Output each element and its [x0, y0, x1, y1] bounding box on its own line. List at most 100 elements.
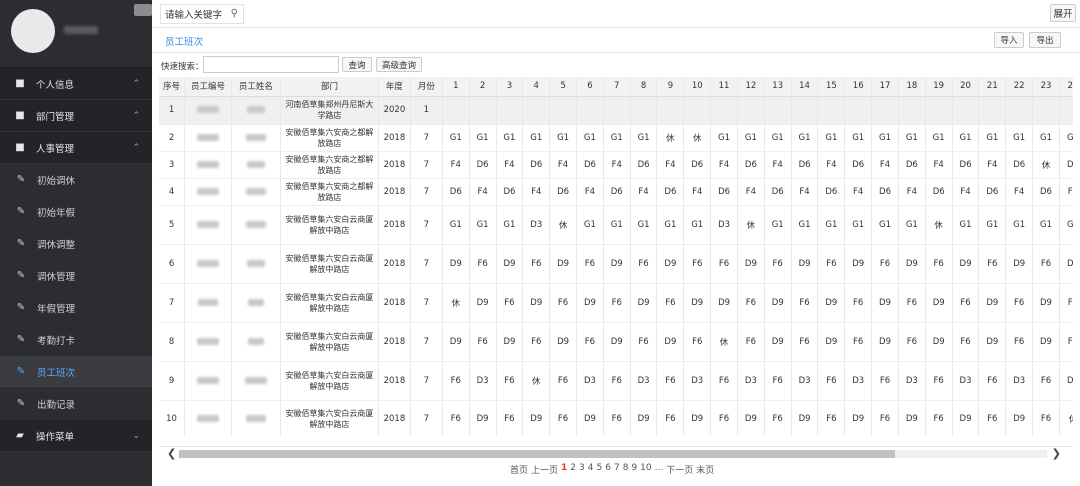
prev-page-link[interactable]: 上一页 — [531, 463, 558, 476]
table-row[interactable]: 7 安徽佰草集六安白云商厦解放中路店 2018 7 休 D9 F6 D9 F6 D9 F6 D9 F6 D… — [159, 283, 1073, 323]
tab-employee-shift[interactable]: 员工班次 — [165, 34, 203, 48]
column-header[interactable]: 1 — [442, 77, 470, 97]
sidebar-toggle-button[interactable] — [134, 4, 152, 16]
shift-cell: F6 — [630, 244, 658, 284]
advanced-query-button[interactable]: 高级查询 — [376, 57, 422, 72]
search-icon[interactable]: ⚲ — [231, 8, 238, 19]
table-row[interactable]: 3 安徽佰草集六安商之都解放路店 2018 7 F4 D6 F4 D6 F4 D6 F4 D6 F4 D6… — [159, 151, 1073, 179]
column-header[interactable]: 15 — [817, 77, 846, 97]
shift-cell: G1 — [1032, 124, 1060, 152]
sidebar-item-11[interactable]: ✎ 出勤记录 — [0, 388, 152, 420]
column-header[interactable]: 14 — [791, 77, 819, 97]
page-ellipsis[interactable]: ... — [655, 463, 664, 476]
page-link-10[interactable]: 10 — [640, 463, 651, 476]
column-header[interactable]: 24 — [1059, 77, 1073, 97]
column-header[interactable]: 10 — [683, 77, 712, 97]
shift-cell — [1032, 96, 1060, 125]
page-link-6[interactable]: 6 — [605, 463, 611, 476]
avatar[interactable] — [11, 9, 55, 53]
scroll-thumb[interactable] — [179, 450, 895, 458]
table-row[interactable]: 2 安徽佰草集六安商之都解放路店 2018 7 G1 G1 G1 G1 G1 G1 G1 G1 休休 G1… — [159, 124, 1073, 152]
column-header[interactable]: 4 — [522, 77, 551, 97]
sidebar-item-3[interactable]: ■ 人事管理 ⌃ — [0, 132, 152, 164]
scroll-right-icon[interactable]: ❯ — [1052, 447, 1061, 460]
sidebar-item-4[interactable]: ✎ 初始调休 — [0, 164, 152, 196]
redacted-employee-name — [245, 187, 266, 195]
column-header[interactable]: 月份 — [410, 77, 443, 97]
search-input[interactable]: 请输入关键字 — [165, 7, 222, 21]
table-row[interactable]: 9 安徽佰草集六安白云商厦解放中路店 2018 7 F6 D3 F6 休 F6 D3 F6 D3 F6 D… — [159, 361, 1073, 401]
scroll-left-icon[interactable]: ❮ — [167, 447, 176, 460]
shift-cell: F6 — [656, 283, 685, 323]
table-row[interactable]: 8 安徽佰草集六安白云商厦解放中路店 2018 7 D9 F6 D9 F6 D9 F6 D9 F6 D9… — [159, 322, 1073, 362]
column-header[interactable]: 序号 — [159, 77, 186, 97]
page-link-2[interactable]: 2 — [570, 463, 576, 476]
shift-cell: D3 — [630, 361, 658, 401]
column-header[interactable]: 部门 — [280, 77, 379, 97]
column-header[interactable]: 20 — [952, 77, 980, 97]
chevron-up-icon[interactable]: ⌃ — [132, 143, 140, 153]
sidebar-item-1[interactable]: ■ 个人信息 ⌃ — [0, 68, 152, 100]
column-header[interactable]: 11 — [710, 77, 738, 97]
page-link-7[interactable]: 7 — [614, 463, 620, 476]
sidebar-item-5[interactable]: ✎ 初始年假 — [0, 196, 152, 228]
page-link-1[interactable]: 1 — [561, 463, 567, 476]
column-header[interactable]: 21 — [978, 77, 1007, 97]
shift-cell: G1 — [469, 124, 497, 152]
table-row[interactable]: 5 安徽佰草集六安白云商厦解放中路店 2018 7 G1 G1 G1 D3 休 G1 G1 G1 G1 G… — [159, 205, 1073, 245]
page-link-8[interactable]: 8 — [623, 463, 629, 476]
table-row[interactable]: 10 安徽佰草集六安白云商厦解放中路店 2018 7 F6 D9 F6 D9 F6 D9 F6 D9 F… — [159, 400, 1073, 435]
column-header[interactable]: 9 — [656, 77, 685, 97]
year-cell: 2018 — [378, 283, 411, 323]
search-box[interactable]: 请输入关键字 ⚲ — [160, 4, 244, 24]
column-header[interactable]: 年度 — [378, 77, 411, 97]
redacted-employee-name — [244, 376, 267, 384]
quick-search-input[interactable] — [203, 56, 339, 73]
page-link-9[interactable]: 9 — [631, 463, 637, 476]
query-button[interactable]: 查询 — [342, 57, 372, 72]
first-page-link[interactable]: 首页 — [510, 463, 528, 476]
table-row[interactable]: 4 安徽佰草集六安商之都解放路店 2018 7 D6 F4 D6 F4 D6 F4 D6 F4 D6 F4… — [159, 178, 1073, 206]
shift-cell: D9 — [925, 322, 953, 362]
shift-cell: D9 — [925, 283, 953, 323]
next-page-link[interactable]: 下一页 — [666, 463, 693, 476]
shift-cell — [522, 96, 551, 125]
page-link-3[interactable]: 3 — [579, 463, 585, 476]
sidebar-item-8[interactable]: ✎ 年假管理 — [0, 292, 152, 324]
column-header[interactable]: 5 — [549, 77, 577, 97]
column-header[interactable]: 23 — [1032, 77, 1060, 97]
table-row[interactable]: 6 安徽佰草集六安白云商厦解放中路店 2018 7 D9 F6 D9 F6 D9 F6 D9 F6 D9… — [159, 244, 1073, 284]
chevron-down-icon[interactable]: ⌄ — [132, 431, 140, 441]
column-header[interactable]: 12 — [737, 77, 765, 97]
sidebar-item-12[interactable]: ▰ 操作菜单 ⌄ — [0, 420, 152, 452]
column-header[interactable]: 17 — [871, 77, 899, 97]
last-page-link[interactable]: 末页 — [696, 463, 714, 476]
chevron-up-icon[interactable]: ⌃ — [132, 79, 140, 89]
import-button[interactable]: 导入 — [994, 32, 1024, 48]
column-header[interactable]: 16 — [844, 77, 873, 97]
column-header[interactable]: 19 — [925, 77, 953, 97]
expand-button[interactable]: 展开 — [1050, 4, 1076, 22]
column-header[interactable]: 员工姓名 — [231, 77, 281, 97]
table-row[interactable]: 1 河南佰草集郑州丹尼斯大学路店 2020 1 — [159, 96, 1073, 125]
column-header[interactable]: 8 — [630, 77, 658, 97]
page-link-4[interactable]: 4 — [588, 463, 594, 476]
column-header[interactable]: 22 — [1005, 77, 1034, 97]
column-header[interactable]: 13 — [764, 77, 792, 97]
column-header[interactable]: 6 — [576, 77, 604, 97]
column-header[interactable]: 3 — [496, 77, 524, 97]
row-number-cell: 2 — [159, 124, 186, 152]
column-header[interactable]: 18 — [898, 77, 926, 97]
sidebar-item-10[interactable]: ✎ 员工班次 — [0, 356, 152, 388]
sidebar-item-2[interactable]: ■ 部门管理 ⌃ — [0, 100, 152, 132]
column-header[interactable]: 员工编号 — [184, 77, 232, 97]
sidebar-item-7[interactable]: ✎ 调休管理 — [0, 260, 152, 292]
horizontal-scrollbar[interactable]: ❮ ❯ — [159, 446, 1073, 460]
sidebar-item-9[interactable]: ✎ 考勤打卡 — [0, 324, 152, 356]
sidebar-item-6[interactable]: ✎ 调休调整 — [0, 228, 152, 260]
page-link-5[interactable]: 5 — [597, 463, 603, 476]
column-header[interactable]: 7 — [603, 77, 631, 97]
column-header[interactable]: 2 — [469, 77, 497, 97]
chevron-up-icon[interactable]: ⌃ — [132, 111, 140, 121]
export-button[interactable]: 导出 — [1029, 32, 1061, 48]
